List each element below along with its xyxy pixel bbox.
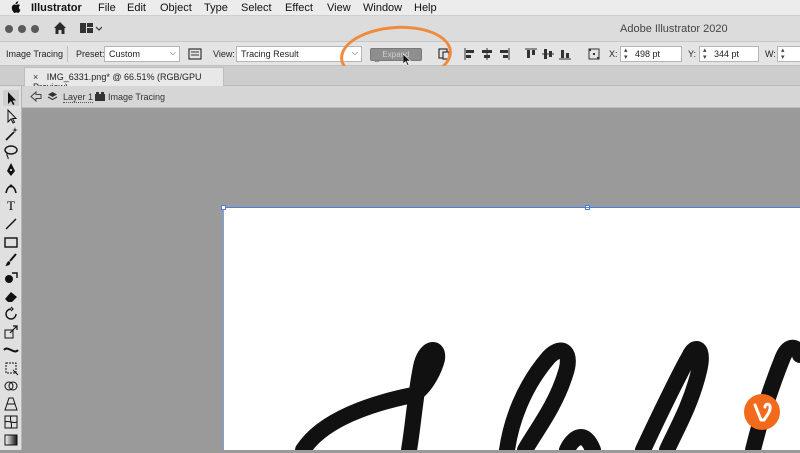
direct-selection-tool-icon[interactable] — [3, 108, 19, 124]
close-window-button[interactable] — [5, 25, 13, 33]
align-bottom-icon[interactable] — [559, 48, 571, 60]
watermark-logo-icon — [744, 394, 780, 430]
shaper-tool-icon[interactable] — [3, 270, 19, 286]
eraser-tool-icon[interactable] — [3, 288, 19, 304]
arrange-icon[interactable] — [437, 47, 451, 61]
y-position-value: 344 pt — [714, 49, 740, 59]
preset-label: Preset: — [76, 49, 105, 59]
type-tool-icon[interactable]: T — [3, 198, 19, 214]
pen-tool-icon[interactable] — [3, 162, 19, 178]
view-value: Tracing Result — [241, 49, 299, 59]
stepper-icon[interactable]: ▴ ▾ — [703, 47, 707, 61]
chevron-down-icon: ⌵ — [169, 48, 176, 57]
width-field[interactable]: ▴ ▾ — [777, 46, 800, 62]
mesh-tool-icon[interactable] — [3, 414, 19, 430]
align-middle-icon[interactable] — [542, 48, 554, 60]
divider — [67, 46, 68, 62]
menu-window[interactable]: Window — [363, 2, 402, 14]
zoom-window-button[interactable] — [31, 25, 39, 33]
tools-panel: T — [0, 86, 22, 450]
align-top-icon[interactable] — [525, 48, 537, 60]
x-position-field[interactable]: ▴ ▾ 498 pt — [620, 46, 682, 62]
line-tool-icon[interactable] — [3, 216, 19, 232]
align-right-icon[interactable] — [498, 48, 510, 60]
close-tab-icon[interactable]: × — [33, 72, 38, 82]
scale-tool-icon[interactable] — [3, 324, 19, 340]
x-position-value: 498 pt — [635, 49, 661, 59]
apple-icon[interactable] — [10, 1, 21, 16]
reference-point-icon[interactable] — [588, 48, 600, 60]
free-transform-tool-icon[interactable] — [3, 360, 19, 376]
w-label: W: — [765, 49, 776, 59]
menu-help[interactable]: Help — [414, 2, 437, 14]
menu-file[interactable]: File — [98, 2, 116, 14]
isolation-breadcrumb: Layer 1 Image Tracing — [0, 86, 800, 108]
menu-effect[interactable]: Effect — [285, 2, 313, 14]
menu-type[interactable]: Type — [204, 2, 228, 14]
home-icon[interactable] — [52, 20, 68, 36]
stepper-icon[interactable]: ▴ ▾ — [624, 47, 628, 61]
magic-wand-tool-icon[interactable] — [3, 126, 19, 142]
view-dropdown[interactable]: Tracing Result ⌵ — [236, 46, 362, 62]
menu-object[interactable]: Object — [160, 2, 192, 14]
app-title-bar: Adobe Illustrator 2020 — [0, 16, 800, 42]
x-label: X: — [609, 49, 618, 59]
image-tracing-label: Image Tracing — [6, 49, 64, 59]
breadcrumb-item[interactable]: Image Tracing — [108, 92, 165, 102]
chevron-down-icon: ⌵ — [351, 48, 358, 57]
rectangle-tool-icon[interactable] — [3, 234, 19, 250]
y-label: Y: — [688, 49, 697, 59]
lasso-tool-icon[interactable] — [3, 144, 19, 160]
app-title: Adobe Illustrator 2020 — [620, 23, 728, 35]
menu-select[interactable]: Select — [241, 2, 272, 14]
menu-app-name[interactable]: Illustrator — [31, 2, 82, 14]
perspective-grid-tool-icon[interactable] — [3, 396, 19, 412]
selection-tool-icon[interactable] — [3, 90, 19, 106]
gradient-tool-icon[interactable] — [3, 432, 19, 448]
document-tab[interactable]: × IMG_6331.png* @ 66.51% (RGB/GPU Previe… — [24, 67, 224, 92]
stepper-icon[interactable]: ▴ ▾ — [781, 47, 785, 61]
y-position-field[interactable]: ▴ ▾ 344 pt — [699, 46, 759, 62]
preset-value: Custom — [109, 49, 141, 59]
control-bar: Image Tracing Preset: Custom ⌵ View: Tra… — [0, 42, 800, 66]
menu-bar: Illustrator File Edit Object Type Select… — [0, 0, 800, 16]
align-left-icon[interactable] — [464, 48, 476, 60]
paintbrush-tool-icon[interactable] — [3, 252, 19, 268]
layers-icon — [47, 91, 58, 104]
align-center-icon[interactable] — [481, 48, 493, 60]
rotate-tool-icon[interactable] — [3, 306, 19, 322]
minimize-window-button[interactable] — [18, 25, 26, 33]
breadcrumb-layer[interactable]: Layer 1 — [63, 92, 94, 103]
view-label: View: — [213, 49, 235, 59]
expand-button[interactable]: Expand — [370, 48, 422, 61]
tracing-panel-icon[interactable] — [188, 47, 202, 61]
workspace-switcher-icon[interactable] — [80, 21, 103, 35]
curvature-tool-icon[interactable] — [3, 180, 19, 196]
traced-hello-lettering[interactable] — [223, 207, 800, 450]
preset-dropdown[interactable]: Custom ⌵ — [104, 46, 180, 62]
menu-view[interactable]: View — [327, 2, 351, 14]
shape-builder-tool-icon[interactable] — [3, 378, 19, 394]
document-tab-bar: × IMG_6331.png* @ 66.51% (RGB/GPU Previe… — [0, 66, 800, 92]
back-arrow-icon[interactable] — [30, 90, 42, 104]
menu-edit[interactable]: Edit — [127, 2, 146, 14]
width-tool-icon[interactable] — [3, 342, 19, 358]
image-tracing-group-icon — [95, 92, 105, 103]
